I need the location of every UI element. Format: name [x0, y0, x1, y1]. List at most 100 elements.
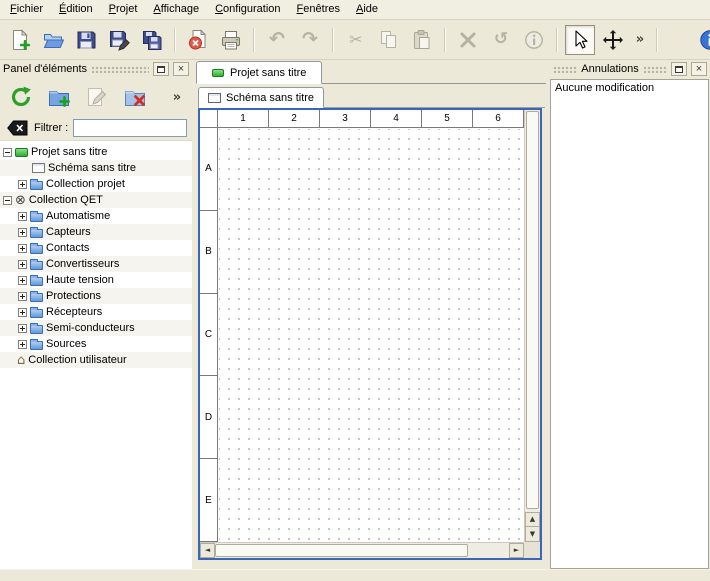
toolbar-overflow-button[interactable]: »	[631, 25, 649, 55]
redo-button[interactable]: ↷	[295, 25, 325, 55]
diagram-canvas[interactable]	[219, 129, 524, 542]
filter-input[interactable]	[73, 119, 187, 137]
menu-item-affichage[interactable]: Affichage	[145, 0, 207, 19]
menu-item-aide[interactable]: Aide	[348, 0, 386, 19]
delete-element-button[interactable]	[121, 83, 149, 111]
undo-panel-titlebar[interactable]: Annulations ×	[550, 60, 710, 78]
cut-button[interactable]: ✂	[341, 25, 371, 55]
dock-drag-handle[interactable]	[553, 66, 577, 73]
tree-item-collection-qet[interactable]: ⊗Collection QET	[0, 192, 192, 208]
mdi-area: Projet sans titre Schéma sans titre 1234…	[196, 60, 546, 569]
clear-filter-icon	[7, 120, 28, 136]
paste-button[interactable]	[407, 25, 437, 55]
undo-history-list[interactable]: Aucune modification	[550, 79, 709, 569]
chevron-right-icon: »	[173, 91, 181, 104]
toolbar-separator	[656, 28, 658, 52]
elements-tree[interactable]: Projet sans titre Schéma sans titre Collec…	[0, 140, 192, 569]
info-button[interactable]	[519, 25, 549, 55]
tree-item-capteurs[interactable]: Capteurs	[0, 224, 192, 240]
save-button[interactable]	[71, 25, 101, 55]
tree-item-collection-utilisateur[interactable]: ⌂Collection utilisateur	[0, 352, 192, 368]
tree-item-automatisme[interactable]: Automatisme	[0, 208, 192, 224]
dock-float-button[interactable]	[671, 62, 687, 76]
menu-item-projet[interactable]: Projet	[101, 0, 146, 19]
expander-plus-icon[interactable]	[18, 180, 27, 189]
dock-float-button[interactable]	[153, 62, 169, 76]
expander-plus-icon[interactable]	[18, 228, 27, 237]
menu-item-edition[interactable]: Édition	[51, 0, 101, 19]
new-document-button[interactable]	[5, 25, 35, 55]
new-element-button[interactable]	[45, 83, 73, 111]
tree-item-schema-sans-titre[interactable]: Schéma sans titre	[0, 160, 192, 176]
about-qet-button[interactable]	[695, 25, 710, 55]
close-file-button[interactable]	[183, 25, 213, 55]
tree-item-label: Collection projet	[46, 178, 128, 190]
delete-button[interactable]	[453, 25, 483, 55]
dock-drag-handle[interactable]	[643, 66, 667, 73]
project-tab[interactable]: Projet sans titre	[196, 61, 322, 84]
expander-minus-icon[interactable]	[3, 196, 12, 205]
vertical-scrollbar[interactable]: ▲ ▼	[524, 110, 540, 542]
undo-button[interactable]: ↶	[262, 25, 292, 55]
expander-plus-icon[interactable]	[18, 244, 27, 253]
clear-filter-button[interactable]	[5, 119, 29, 137]
clipboard-icon	[411, 29, 433, 51]
expander-plus-icon[interactable]	[18, 292, 27, 301]
ruler-corner	[200, 110, 218, 128]
scroll-right-button[interactable]: ►	[509, 543, 524, 558]
expander-plus-icon[interactable]	[18, 276, 27, 285]
scroll-left-button[interactable]: ◄	[200, 543, 215, 558]
tree-item-haute-tension[interactable]: Haute tension	[0, 272, 192, 288]
expander-plus-icon[interactable]	[18, 212, 27, 221]
expander-plus-icon[interactable]	[18, 260, 27, 269]
expander-plus-icon[interactable]	[18, 308, 27, 317]
horizontal-scrollbar-track[interactable]	[215, 543, 509, 558]
scroll-down-button[interactable]: ▼	[525, 527, 540, 542]
horizontal-scrollbar-thumb[interactable]	[215, 544, 468, 557]
tree-item-projet-sans-titre[interactable]: Projet sans titre	[0, 144, 192, 160]
elements-panel-titlebar[interactable]: Panel d'éléments ×	[0, 60, 192, 78]
tree-item-collection-projet[interactable]: Collection projet	[0, 176, 192, 192]
cursor-arrow-icon	[569, 29, 591, 51]
expander-minus-icon[interactable]	[3, 148, 12, 157]
ruler-column-label: 1	[218, 110, 269, 127]
menu-item-fenetres[interactable]: Fenêtres	[289, 0, 348, 19]
horizontal-scrollbar[interactable]: ◄ ►	[200, 542, 524, 558]
tree-item-convertisseurs[interactable]: Convertisseurs	[0, 256, 192, 272]
expander-plus-icon[interactable]	[18, 340, 27, 349]
save-as-button[interactable]	[104, 25, 134, 55]
menu-item-fichier[interactable]: Fichier	[2, 0, 51, 19]
tree-item-contacts[interactable]: Contacts	[0, 240, 192, 256]
tree-item-protections[interactable]: Protections	[0, 288, 192, 304]
tree-item-label: Capteurs	[46, 226, 94, 238]
vertical-scrollbar-thumb[interactable]	[526, 111, 539, 509]
move-tool-button[interactable]	[598, 25, 628, 55]
toolbar-separator	[174, 28, 176, 52]
reload-collections-button[interactable]	[7, 83, 35, 111]
tree-item-sources[interactable]: Sources	[0, 336, 192, 352]
dock-close-button[interactable]: ×	[691, 62, 707, 76]
print-button[interactable]	[216, 25, 246, 55]
folder-icon	[30, 341, 43, 350]
chevron-right-icon: »	[636, 33, 644, 46]
folder-icon	[30, 277, 43, 286]
dock-drag-handle[interactable]	[91, 66, 149, 73]
tree-item-recepteurs[interactable]: Récepteurs	[0, 304, 192, 320]
dock-close-button[interactable]: ×	[173, 62, 189, 76]
open-document-button[interactable]	[38, 25, 68, 55]
schema-tab[interactable]: Schéma sans titre	[198, 87, 324, 108]
rotate-button[interactable]: ↺	[486, 25, 516, 55]
menu-bar: FichierÉditionProjetAffichageConfigurati…	[0, 0, 710, 20]
scroll-up-button[interactable]: ▲	[525, 512, 540, 527]
expander-plus-icon[interactable]	[18, 324, 27, 333]
save-all-button[interactable]	[137, 25, 167, 55]
redo-icon: ↷	[302, 30, 318, 49]
panel-overflow-button[interactable]: »	[169, 83, 185, 111]
ruler-row-label: C	[200, 294, 217, 377]
select-tool-button[interactable]	[565, 25, 595, 55]
menu-item-configuration[interactable]: Configuration	[207, 0, 288, 19]
edit-element-button[interactable]	[83, 83, 111, 111]
tree-item-semi-conducteurs[interactable]: Semi-conducteurs	[0, 320, 192, 336]
copy-button[interactable]	[374, 25, 404, 55]
tree-item-label: Schéma sans titre	[48, 162, 139, 174]
